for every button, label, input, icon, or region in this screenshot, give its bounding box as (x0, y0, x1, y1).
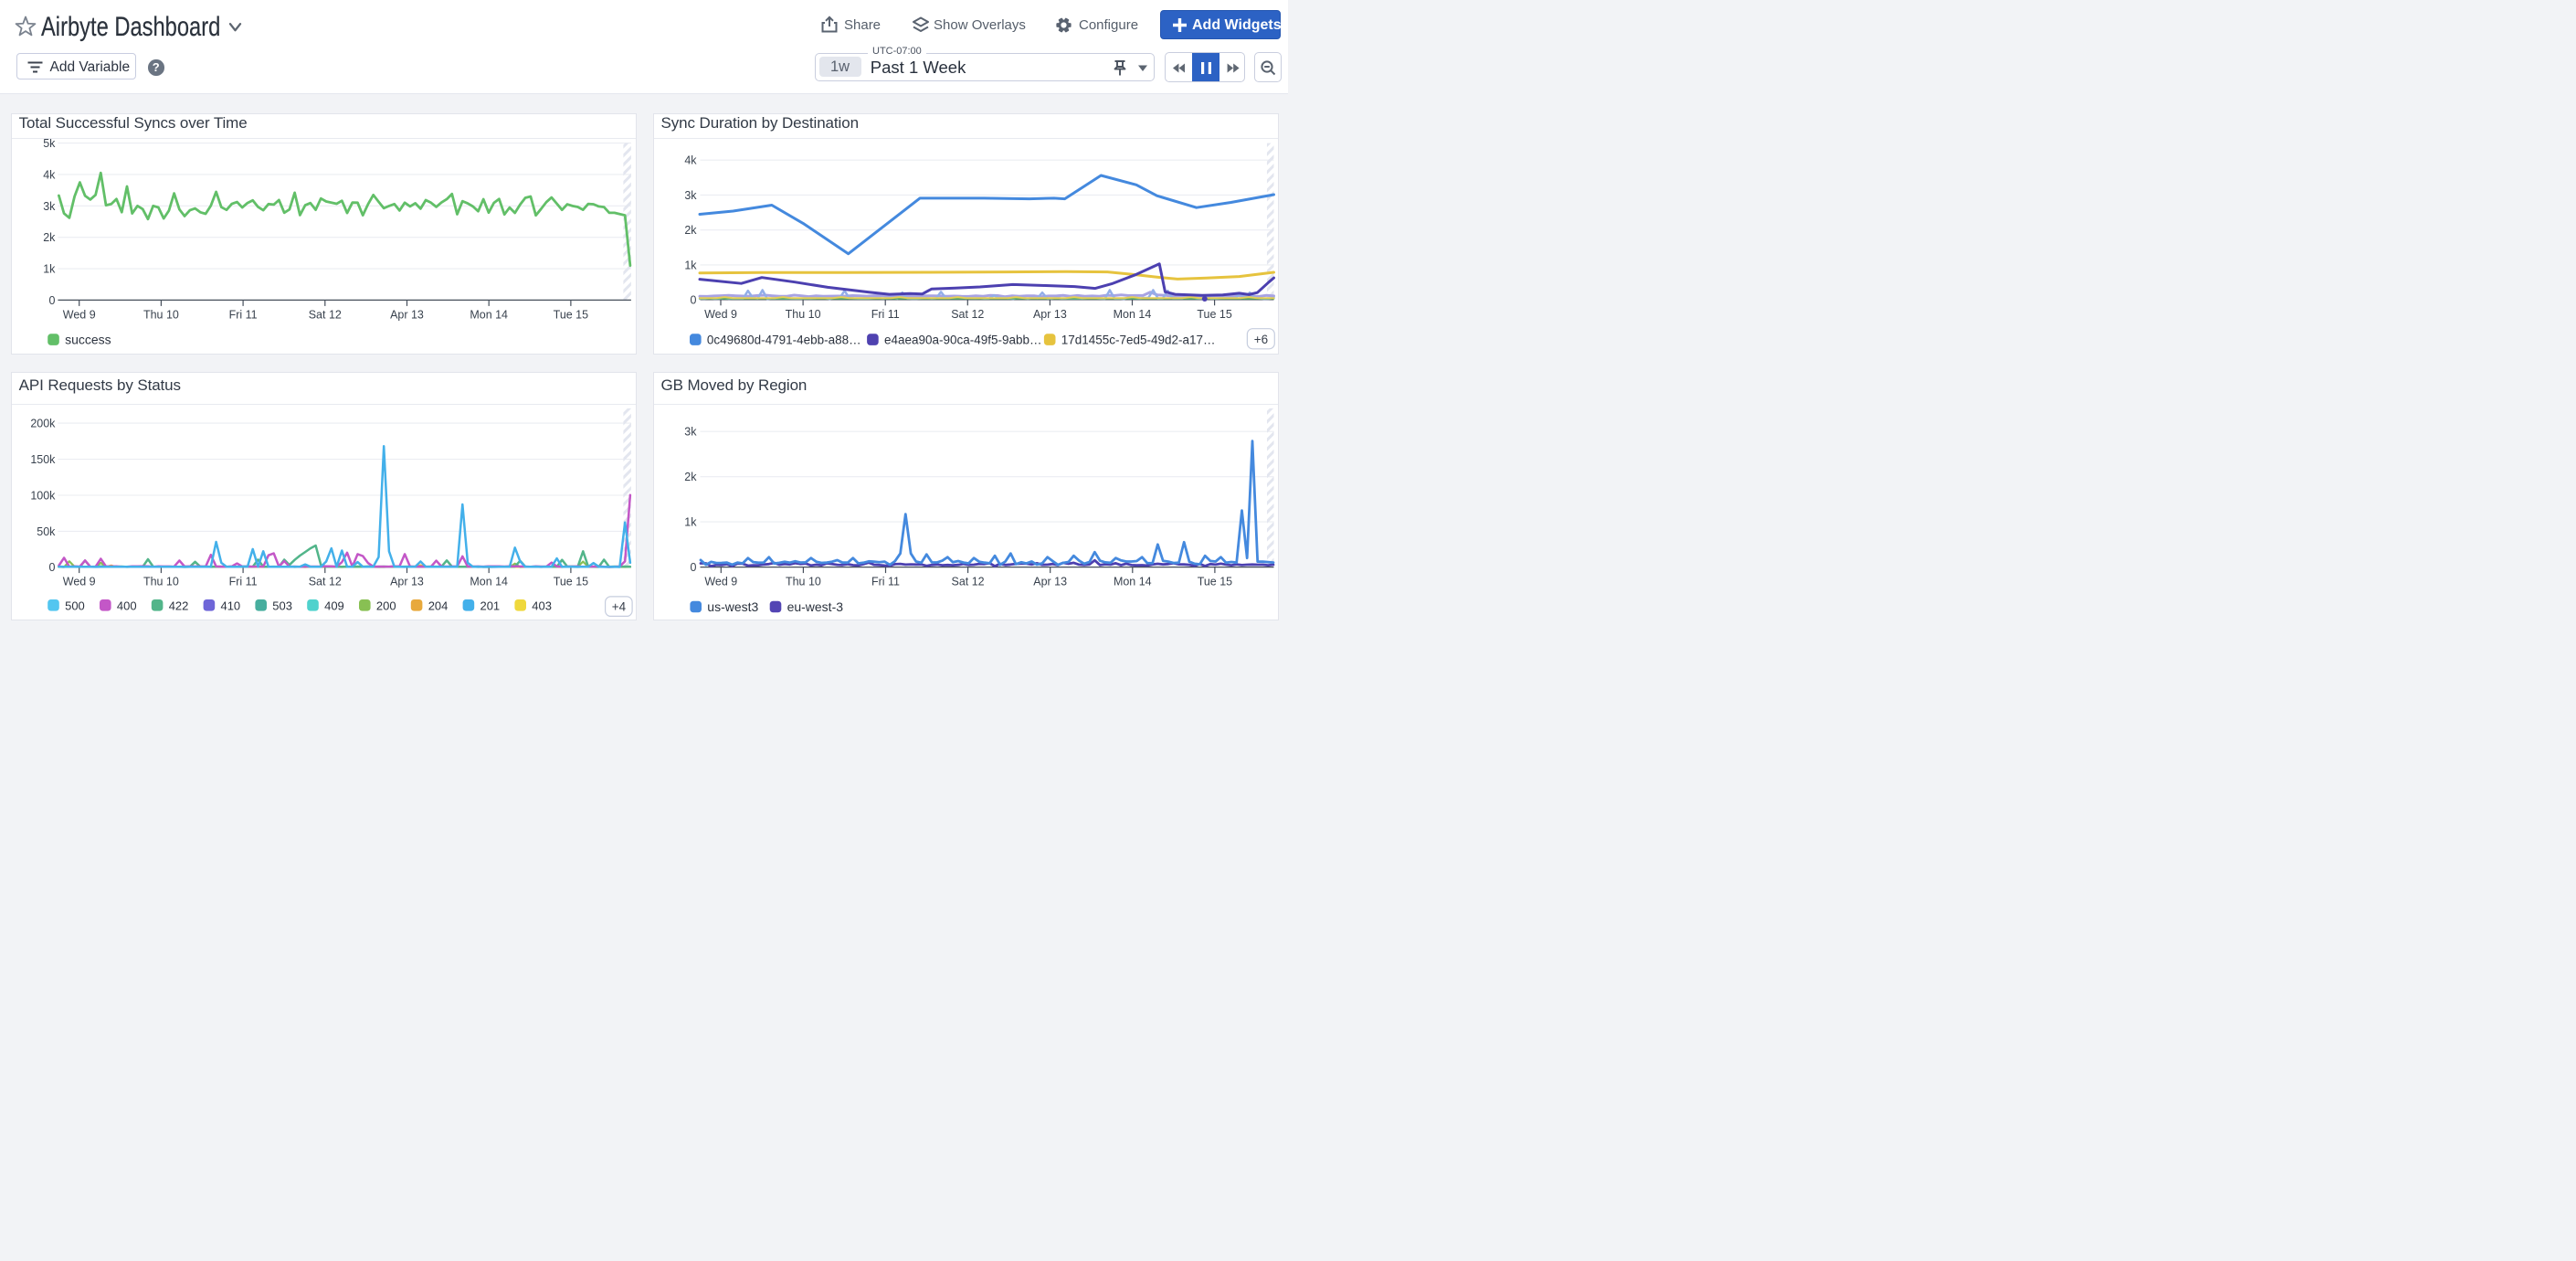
svg-text:200k: 200k (30, 418, 56, 430)
svg-text:200: 200 (376, 599, 396, 612)
svg-text:Mon 14: Mon 14 (470, 576, 508, 588)
svg-text:204: 204 (428, 599, 449, 612)
svg-text:500: 500 (65, 599, 85, 612)
svg-text:410: 410 (221, 599, 241, 612)
svg-text:Thu 10: Thu 10 (786, 308, 821, 321)
svg-text:Thu 10: Thu 10 (786, 576, 821, 588)
svg-text:Wed 9: Wed 9 (704, 576, 737, 588)
svg-text:Fri 11: Fri 11 (229, 309, 258, 322)
svg-text:Sat 12: Sat 12 (309, 309, 342, 322)
svg-text:Fri 11: Fri 11 (871, 576, 900, 588)
svg-text:Sat 12: Sat 12 (952, 576, 985, 588)
svg-text:Sat 12: Sat 12 (309, 576, 342, 588)
svg-text:e4aea90a-90ca-49f5-9abb…: e4aea90a-90ca-49f5-9abb… (884, 334, 1041, 347)
svg-text:Sat 12: Sat 12 (951, 308, 984, 321)
svg-text:Thu 10: Thu 10 (143, 576, 179, 588)
svg-text:Thu 10: Thu 10 (143, 309, 179, 322)
svg-text:0: 0 (49, 561, 56, 574)
svg-text:Apr 13: Apr 13 (390, 576, 424, 588)
svg-text:4k: 4k (684, 154, 697, 167)
svg-text:503: 503 (272, 599, 292, 612)
svg-text:Wed 9: Wed 9 (63, 576, 96, 588)
svg-text:3k: 3k (684, 426, 697, 439)
svg-text:Mon 14: Mon 14 (470, 309, 508, 322)
svg-text:400: 400 (117, 599, 137, 612)
svg-text:1k: 1k (684, 516, 697, 529)
svg-text:Wed 9: Wed 9 (704, 308, 737, 321)
svg-text:403: 403 (532, 599, 552, 612)
svg-text:Fri 11: Fri 11 (871, 308, 900, 321)
svg-text:201: 201 (480, 599, 501, 612)
svg-text:2k: 2k (684, 225, 697, 238)
svg-text:Tue 15: Tue 15 (554, 576, 588, 588)
svg-text:50k: 50k (37, 525, 56, 538)
svg-text:3k: 3k (43, 200, 56, 213)
svg-text:+4: +4 (612, 600, 627, 614)
svg-text:2k: 2k (684, 471, 697, 483)
svg-text:100k: 100k (30, 490, 56, 503)
svg-text:5k: 5k (43, 137, 56, 150)
svg-text:Mon 14: Mon 14 (1114, 576, 1152, 588)
svg-text:3k: 3k (684, 189, 697, 202)
svg-text:us-west3: us-west3 (707, 599, 758, 614)
svg-text:Apr 13: Apr 13 (1033, 576, 1067, 588)
svg-text:Mon 14: Mon 14 (1114, 308, 1152, 321)
svg-text:0: 0 (691, 561, 697, 574)
svg-text:Apr 13: Apr 13 (1033, 308, 1067, 321)
svg-text:0: 0 (691, 294, 697, 307)
svg-text:Wed 9: Wed 9 (63, 309, 96, 322)
svg-text:Fri 11: Fri 11 (229, 576, 258, 588)
svg-text:Tue 15: Tue 15 (1198, 576, 1232, 588)
svg-text:success: success (65, 333, 111, 347)
svg-text:eu-west-3: eu-west-3 (787, 599, 844, 614)
svg-text:1k: 1k (43, 263, 56, 276)
svg-text:1k: 1k (684, 260, 697, 272)
svg-text:+6: +6 (1254, 333, 1268, 346)
svg-text:409: 409 (324, 599, 344, 612)
svg-text:150k: 150k (30, 453, 56, 466)
svg-text:Tue 15: Tue 15 (554, 309, 588, 322)
svg-text:Tue 15: Tue 15 (1197, 308, 1231, 321)
svg-text:2k: 2k (43, 232, 56, 245)
svg-text:Apr 13: Apr 13 (390, 309, 424, 322)
svg-text:17d1455c-7ed5-49d2-a17…: 17d1455c-7ed5-49d2-a17… (1061, 334, 1216, 347)
svg-text:4k: 4k (43, 169, 56, 182)
svg-text:422: 422 (169, 599, 189, 612)
svg-text:0: 0 (49, 294, 56, 307)
svg-text:0c49680d-4791-4ebb-a88…: 0c49680d-4791-4ebb-a88… (707, 334, 861, 347)
